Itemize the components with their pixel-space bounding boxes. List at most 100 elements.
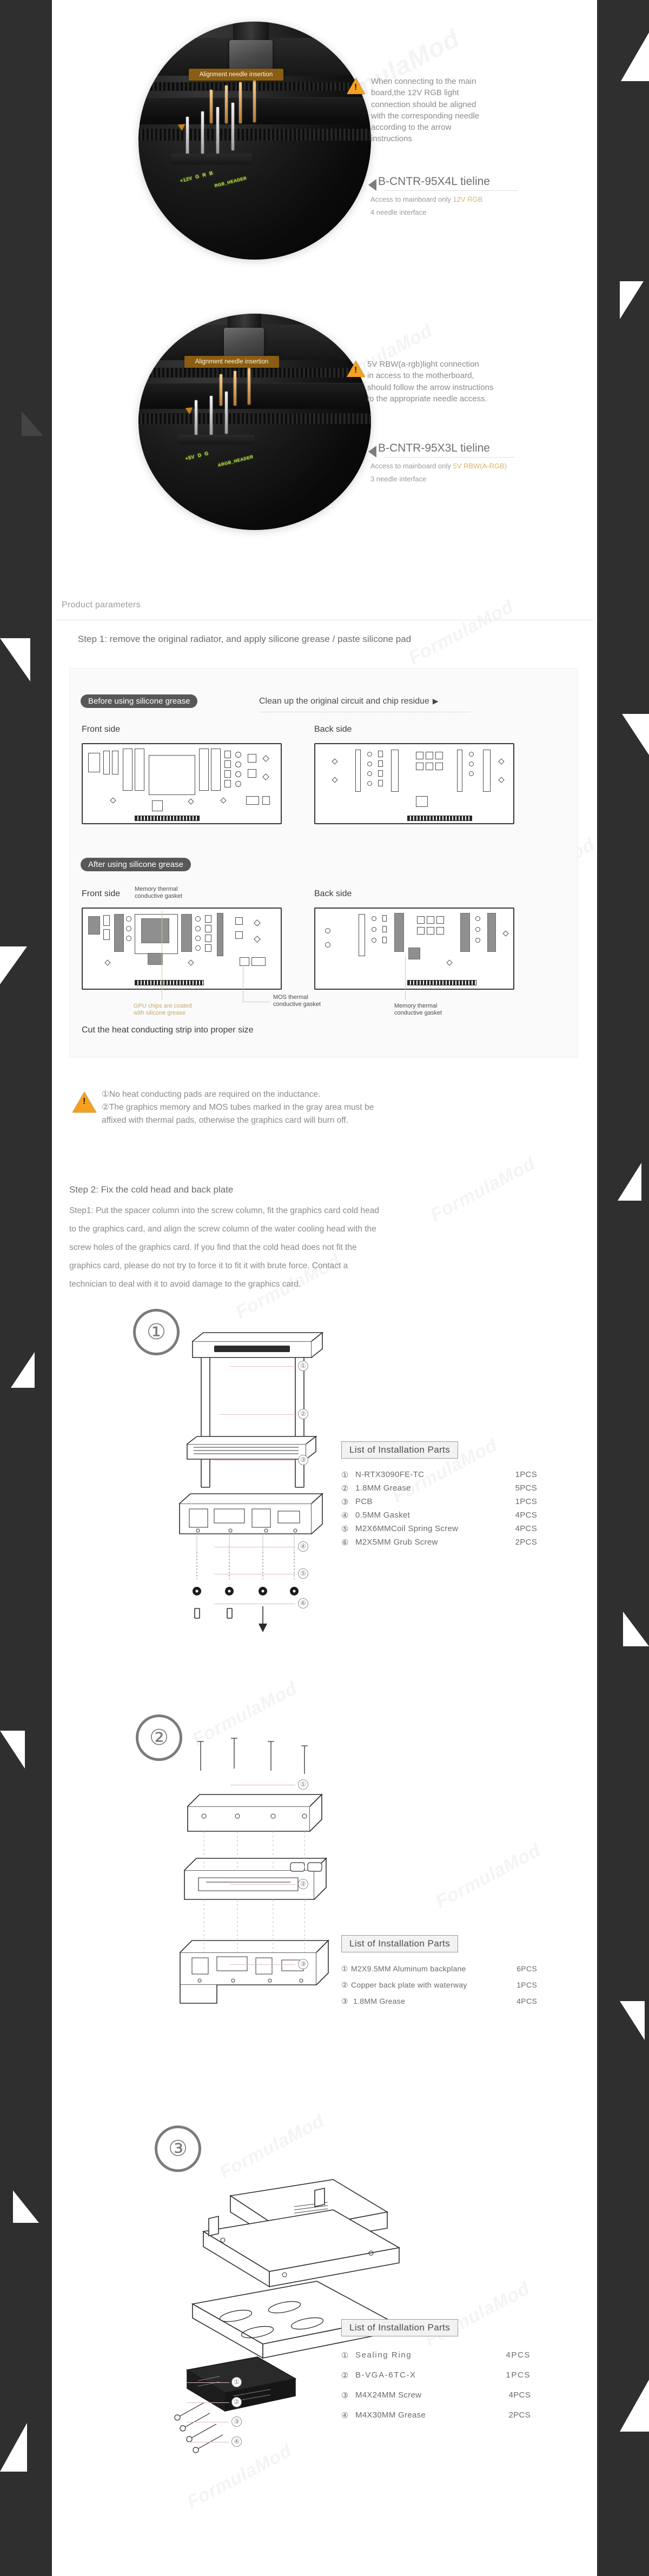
left-decorative-rail [0, 0, 52, 2576]
access-highlight: 5V RBW(A-RGB) [453, 462, 507, 470]
parts-row: ① Sealing Ring 4PCS [341, 2350, 531, 2370]
parts-qty: 2PCS [508, 2411, 531, 2420]
parts-row: ③ 1.8MM Grease 4PCS [341, 1997, 537, 2013]
parts-qty: 1PCS [515, 1497, 537, 1506]
parts-qty: 4PCS [506, 2350, 531, 2360]
back-side-label-2: Back side [314, 889, 352, 898]
parts-index: ① [341, 2351, 350, 2360]
triangle-left-icon [368, 446, 376, 458]
caution-line-2: ②The graphics memory and MOS tubes marke… [102, 1103, 374, 1112]
step2-heading: Step 2: Fix the cold head and back plate [69, 1184, 234, 1195]
tieline-interface: 4 needle interface [370, 208, 427, 216]
assembly-1-callout-5: ⑤ [298, 1568, 308, 1579]
parts-title-1: List of Installation Parts [341, 1441, 459, 1459]
silkscreen-label: +12V G R B [179, 170, 214, 184]
parts-name: M2X5MM Grub Screw [355, 1538, 438, 1547]
parts-index: ③ [341, 1498, 349, 1507]
parts-row: ④ 0.5MM Gasket 4PCS [341, 1511, 537, 1524]
warning-icon [347, 78, 365, 94]
parts-row: ③ PCB 1PCS [341, 1497, 537, 1511]
tieline-access: Access to mainboard only 12V RGB [370, 195, 482, 203]
parts-index: ③ [341, 1997, 348, 2005]
parts-name: M4X30MM Grease [355, 2411, 426, 2420]
parts-row: ② 1.8MM Grease 5PCS [341, 1484, 537, 1497]
parts-qty: 4PCS [516, 1997, 537, 2005]
parts-index: ② [341, 1484, 349, 1493]
photo-12v-rgb: +12V G R B RGB_HEADER RGB Alignment need… [117, 16, 371, 287]
alignment-callout: Alignment needle insertion [184, 356, 279, 368]
parts-row: ① N-RTX3090FE-TC 1PCS [341, 1470, 537, 1484]
parts-index: ② [341, 2371, 350, 2380]
content-column: FormulaMod FormulaMod FormulaMod Formula… [52, 0, 598, 2576]
step2-body-4: graphics card, please do not try to forc… [69, 1261, 348, 1270]
parts-name: 1.8MM Grease [355, 1484, 411, 1493]
product-parameters-title: Product parameters [62, 600, 141, 610]
pcb-back-before [314, 743, 514, 824]
parts-name: 1.8MM Grease [353, 1997, 406, 2005]
photo-5v-argb: +5V D G ARGB_HEADER Alignment needle ins… [117, 308, 371, 562]
parts-index: ⑤ [341, 1525, 349, 1534]
assembly-1-callout-3: ③ [298, 1455, 308, 1465]
cut-strip-note: Cut the heat conducting strip into prope… [82, 1025, 254, 1035]
parts-title-3: List of Installation Parts [341, 2319, 459, 2336]
parts-row: ⑥ M2X5MM Grub Screw 2PCS [341, 1538, 537, 1551]
assembly-1-callout-4: ④ [298, 1541, 308, 1552]
assembly-1-drawing [133, 1325, 371, 1677]
assembly-2-callout-3: ③ [298, 1959, 308, 1969]
note-text: When connecting to the main board,the 12… [371, 77, 480, 144]
back-side-label-1: Back side [314, 725, 352, 734]
instruction-sheet-page: FormulaMod FormulaMod FormulaMod Formula… [0, 0, 649, 2576]
parts-qty: 1PCS [516, 1981, 537, 1989]
caution-line-1: ①No heat conducting pads are required on… [102, 1090, 321, 1099]
gpu-grease-label: GPU chips are coated with silicone greas… [134, 1003, 192, 1017]
mos-gasket-label: MOS thermal conductive gasket [273, 994, 321, 1008]
warning-icon [347, 361, 365, 377]
parts-qty: 1PCS [506, 2370, 531, 2380]
after-grease-pill: After using silicone grease [81, 858, 191, 871]
parts-index: ④ [341, 2411, 349, 2420]
silkscreen-label: RGB_HEADER [214, 175, 248, 189]
pcb-back-after [314, 908, 514, 990]
watermark: FormulaMod [405, 596, 517, 669]
parts-index: ② [341, 1981, 348, 1989]
triangle-left-icon [368, 179, 376, 191]
silkscreen-label: +5V D G [184, 450, 209, 462]
assembly-2-callout-2: ② [298, 1879, 308, 1889]
pcb-front-before [82, 743, 282, 824]
parts-row: ④ M4X30MM Grease 2PCS [341, 2411, 531, 2431]
parts-row: ② Copper back plate with waterway 1PCS [341, 1981, 537, 1997]
access-prefix: Access to mainboard only [370, 462, 453, 470]
watermark: FormulaMod [432, 1840, 544, 1913]
step2-body-1: Step1: Put the spacer column into the sc… [69, 1206, 379, 1215]
alignment-callout: Alignment needle insertion [189, 69, 283, 81]
parts-row: ① M2X9.5MM Aluminum backplane 6PCS [341, 1964, 537, 1981]
parts-index: ⑥ [341, 1538, 349, 1547]
step1-panel: Before using silicone grease Clean up th… [69, 668, 578, 1057]
parts-index: ④ [341, 1511, 349, 1520]
parts-qty: 2PCS [515, 1538, 537, 1547]
memory-gasket-label: Memory thermal conductive gasket [394, 1003, 442, 1017]
step2-body-5: technician to deal with it to avoid dama… [69, 1280, 301, 1289]
parts-name: 0.5MM Gasket [355, 1511, 410, 1520]
assembly-3-callout-2: ② [231, 2397, 242, 2407]
assembly-2-callout-1: ① [298, 1779, 308, 1790]
parts-qty: 4PCS [515, 1511, 537, 1520]
parts-index: ① [341, 1471, 349, 1480]
watermark: FormulaMod [421, 2278, 533, 2351]
memory-gasket-top-label: Memory thermal conductive gasket [135, 886, 183, 900]
right-decorative-rail [597, 0, 649, 2576]
cleanup-note: Clean up the original circuit and chip r… [259, 697, 439, 706]
parts-name: PCB [355, 1497, 373, 1506]
parts-list-1: ① N-RTX3090FE-TC 1PCS ② 1.8MM Grease 5PC… [341, 1470, 537, 1551]
front-side-label-2: Front side [82, 889, 121, 898]
parts-qty: 6PCS [516, 1964, 537, 1973]
parts-row: ③ M4X24MM Screw 4PCS [341, 2390, 531, 2411]
access-prefix: Access to mainboard only [370, 195, 453, 203]
parts-row: ② B-VGA-6TC-X 1PCS [341, 2370, 531, 2390]
parts-name: M2X9.5MM Aluminum backplane [351, 1964, 466, 1973]
parts-qty: 5PCS [515, 1484, 537, 1493]
parts-index: ③ [341, 2391, 349, 2400]
parts-name: M2X6MMCoil Spring Screw [355, 1524, 459, 1533]
assembly-3-callout-3: ③ [231, 2416, 242, 2427]
step1-heading: Step 1: remove the original radiator, an… [78, 634, 412, 644]
